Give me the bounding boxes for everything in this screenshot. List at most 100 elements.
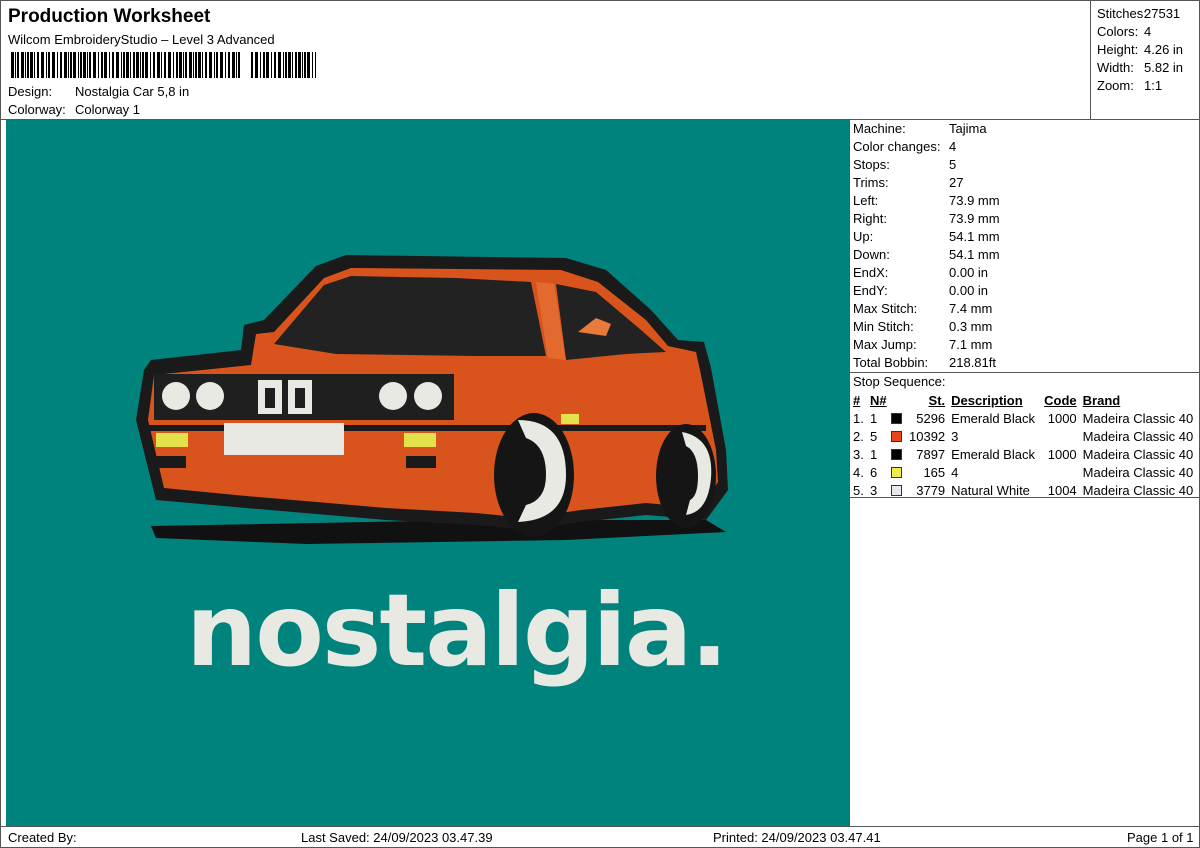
row-code [1044,427,1083,445]
worksheet-header: Production Worksheet Wilcom EmbroiderySt… [1,1,1200,120]
barcode-bar [205,52,207,78]
row-needle: 5 [870,428,878,444]
barcode-bar [83,52,86,78]
stat-label: EndY: [853,283,888,298]
design-label: Design: [8,84,53,99]
barcode-bar [173,52,174,78]
machine-stat-row: EndX: 0.00 in [853,264,1200,282]
swatch-cell [891,463,909,481]
barcode-bar [312,52,313,78]
car-shadow [151,520,726,544]
height-row: Height: 4.26 in [1097,41,1200,59]
barcode-bar [121,52,122,78]
col-code: Code [1044,392,1077,408]
barcode-bar [34,52,35,78]
stop-sequence: Stop Sequence: # N# St. Description Code… [850,372,1200,498]
colorway-value: Colorway 1 [75,102,141,117]
barcode-bar [195,52,197,78]
barcode-bar [37,52,39,78]
barcode-bar [41,52,44,78]
barcode-bar [161,52,162,78]
barcode-bar [112,52,114,78]
machine-stat-row: Max Jump: 7.1 mm [853,336,1200,354]
barcode-bar [225,52,226,78]
stat-value: 218.81ft [949,355,996,370]
machine-stat-row: Machine: Tajima [853,120,1200,138]
row-num: 3. [853,446,864,462]
stat-label: Machine: [853,121,906,136]
stat-label: Min Stitch: [853,319,914,334]
barcode-bar [70,52,72,78]
table-row: 1. 1 5296 Emerald Black 1000 Madeira Classic … [853,409,1193,427]
width-row: Width: 5.82 in [1097,59,1200,77]
barcode-bar [285,52,287,78]
headlight-4 [414,382,442,410]
barcode-bar [295,52,297,78]
row-needle: 1 [870,410,878,426]
machine-stat-row: Max Stitch: 7.4 mm [853,300,1200,318]
stat-label: Right: [853,211,887,226]
headlight-1 [162,382,190,410]
barcode-bar [80,52,82,78]
barcode-bar [209,52,212,78]
barcode-bar [109,52,110,78]
barcode-bar [142,52,144,78]
row-needle: 3 [870,482,878,498]
barcode-bar [183,52,184,78]
stat-label: EndX: [853,265,889,280]
barcode-bar [64,52,67,78]
stat-label: Down: [853,247,890,262]
barcode-bar [150,52,151,78]
height-value: 4.26 in [1144,42,1184,57]
barcode-bar [266,52,269,78]
barcode-bar [73,52,76,78]
barcode-bar [126,52,129,78]
row-description: Natural White [951,482,1030,498]
page-title: Production Worksheet [8,6,211,27]
stat-value: 0.3 mm [949,319,993,334]
stat-value: 73.9 mm [949,193,1000,208]
stop-sequence-table: # N# St. Description Code Brand 1. 1 5296 E… [853,391,1193,499]
row-brand: Madeira Classic 40 [1082,410,1194,426]
created-by: Created By: [8,830,77,845]
last-saved: Last Saved: 24/09/2023 03.47.39 [301,830,493,845]
stat-value: 4 [949,139,957,154]
barcode-bar [140,52,141,78]
kidney-inner-left [265,388,275,408]
colors-value: 4 [1144,24,1152,39]
row-brand: Madeira Classic 40 [1082,482,1194,498]
barcode-bar [21,52,24,78]
headlight-2 [196,382,224,410]
barcode-bar [185,52,187,78]
barcode-bar [93,52,96,78]
stat-value: 54.1 mm [949,229,1000,244]
embroidery-design: nostalgia. [136,255,728,689]
color-swatch [891,448,902,460]
stitches-value: 27531 [1144,6,1181,21]
stat-value: 5 [949,157,957,172]
barcode-bar [292,52,293,78]
machine-stat-row: Up: 54.1 mm [853,228,1200,246]
machine-stat-row: Min Stitch: 0.3 mm [853,318,1200,336]
barcode [11,52,316,78]
row-description: Emerald Black [951,446,1035,462]
stat-value: 54.1 mm [949,247,1000,262]
barcode-bar [123,52,125,78]
barcode-bar [133,52,135,78]
colors-row: Colors: 4 [1097,23,1200,41]
barcode-bar [255,52,258,78]
stitches-row: Stitches:27531 [1097,5,1200,23]
barcode-bar [214,52,215,78]
stat-value: Tajima [949,121,987,136]
zoom-row: Zoom: 1:1 [1097,77,1200,95]
col-num: # [853,392,861,408]
row-num: 2. [853,428,864,444]
stat-label: Stops: [853,157,890,172]
row-code: 1000 [1047,410,1077,426]
machine-stat-row: Trims: 27 [853,174,1200,192]
row-brand: Madeira Classic 40 [1082,428,1194,444]
stat-value: 0.00 in [949,265,989,280]
barcode-bar [193,52,194,78]
barcode-bar [263,52,265,78]
barcode-bar [130,52,131,78]
